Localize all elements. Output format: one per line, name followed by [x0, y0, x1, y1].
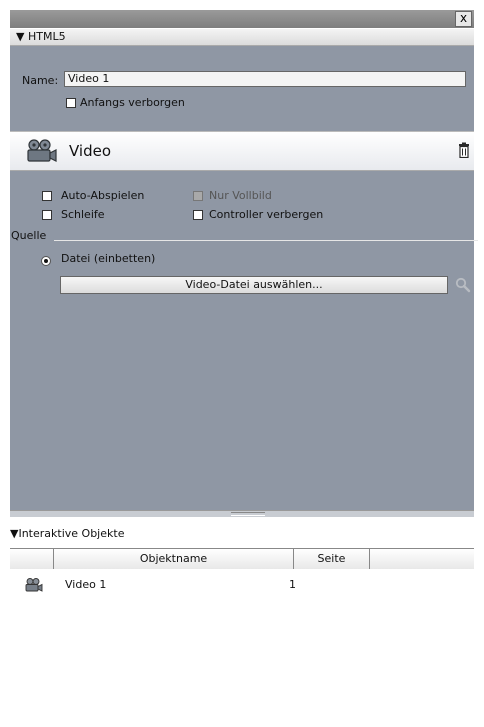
search-icon[interactable] [455, 277, 471, 293]
embed-file-label: Datei (einbetten) [61, 252, 156, 265]
source-divider [54, 240, 478, 241]
fullscreen-only-checkbox [193, 191, 203, 201]
window-titlebar: x [10, 10, 474, 28]
initially-hidden-checkbox[interactable] [66, 98, 76, 108]
embed-file-radio[interactable] [41, 256, 51, 266]
hide-controller-label: Controller verbergen [209, 208, 324, 221]
name-label: Name: [22, 74, 59, 87]
column-header-objectname[interactable]: Objektname [54, 549, 294, 569]
html5-section-title: HTML5 [27, 30, 66, 43]
choose-video-file-button[interactable]: Video-Datei auswählen... [60, 276, 448, 294]
autoplay-label: Auto-Abspielen [61, 189, 145, 202]
interactive-objects-header[interactable]: ▼Interaktive Objekte [10, 524, 474, 544]
icon-column-header[interactable] [10, 549, 54, 569]
interactive-objects-title: Interaktive Objekte [18, 527, 125, 540]
close-button[interactable]: x [455, 11, 472, 27]
objects-table-body: Video 1 1 [10, 569, 474, 727]
video-camera-icon [26, 139, 58, 163]
video-object-bar: Video [10, 131, 474, 171]
initially-hidden-label: Anfangs verborgen [80, 96, 185, 109]
objects-table-header: Objektname Seite [10, 548, 474, 570]
row-page: 1 [289, 578, 296, 591]
video-camera-icon [25, 578, 43, 592]
autoplay-checkbox[interactable] [42, 191, 52, 201]
name-field-value: Video 1 [68, 72, 110, 85]
choose-video-file-button-label: Video-Datei auswählen... [185, 278, 323, 291]
fullscreen-only-label: Nur Vollbild [209, 189, 272, 202]
hide-controller-checkbox[interactable] [193, 210, 203, 220]
column-header-page[interactable]: Seite [294, 549, 370, 569]
close-icon: x [459, 11, 468, 25]
empty-column-header [370, 549, 474, 569]
loop-checkbox[interactable] [42, 210, 52, 220]
html5-section-header[interactable]: ▼ HTML5 [10, 29, 474, 46]
splitter-grip-icon[interactable] [231, 512, 265, 516]
source-label: Quelle [11, 229, 47, 242]
trash-icon[interactable] [458, 142, 470, 159]
table-row[interactable]: Video 1 1 [10, 577, 474, 595]
video-bar-title: Video [69, 142, 112, 160]
name-field[interactable]: Video 1 [64, 71, 466, 87]
collapse-triangle-icon: ▼ [16, 30, 25, 43]
loop-label: Schleife [61, 208, 105, 221]
row-objectname: Video 1 [65, 578, 107, 591]
